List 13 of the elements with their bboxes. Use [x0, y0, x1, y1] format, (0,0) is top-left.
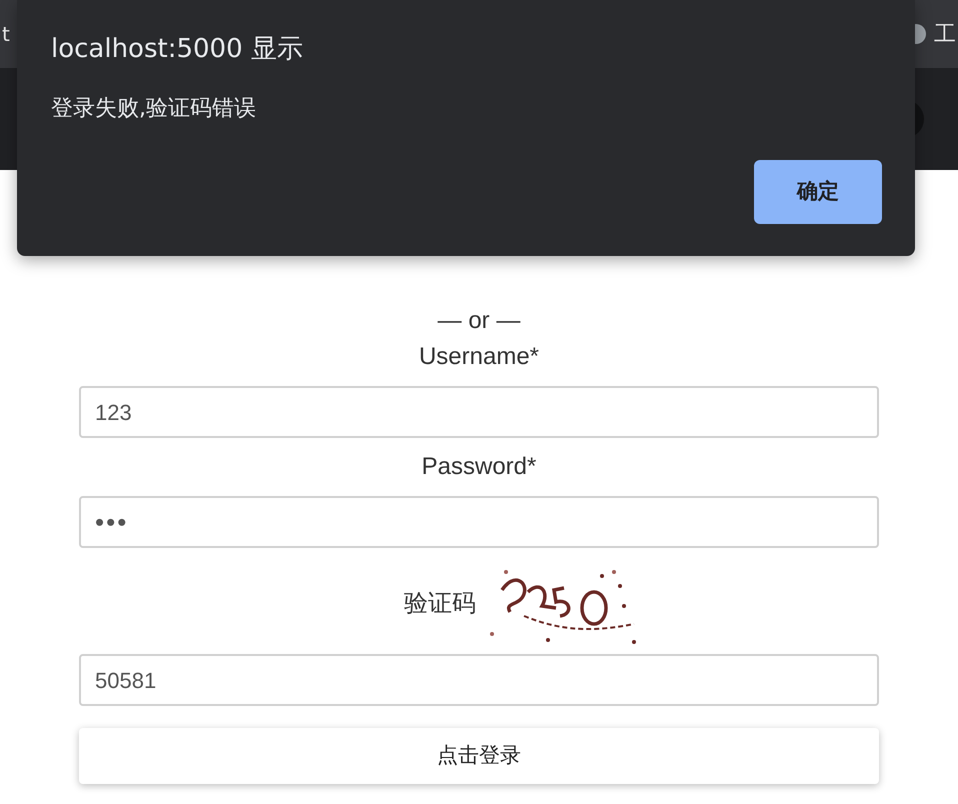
separator-text: — or — [438, 306, 520, 336]
dialog-title: localhost:5000 显示 [51, 33, 303, 66]
field-label: Password* [422, 452, 536, 482]
field-label: Username* [418, 342, 540, 372]
captcha-field[interactable]: 50581 [79, 654, 879, 706]
input-field[interactable]: 123 [79, 386, 879, 438]
tab-title[interactable]: 工 [934, 18, 956, 50]
login-button[interactable]: 点击登录 [79, 728, 879, 784]
dialog-message: 登录失败,验证码错误 [51, 95, 256, 123]
field-label: 验证码 [404, 589, 476, 619]
password-field[interactable]: ••• [79, 496, 879, 548]
ok-button[interactable]: 确定 [754, 160, 882, 224]
tab-title[interactable]: t [2, 19, 10, 49]
